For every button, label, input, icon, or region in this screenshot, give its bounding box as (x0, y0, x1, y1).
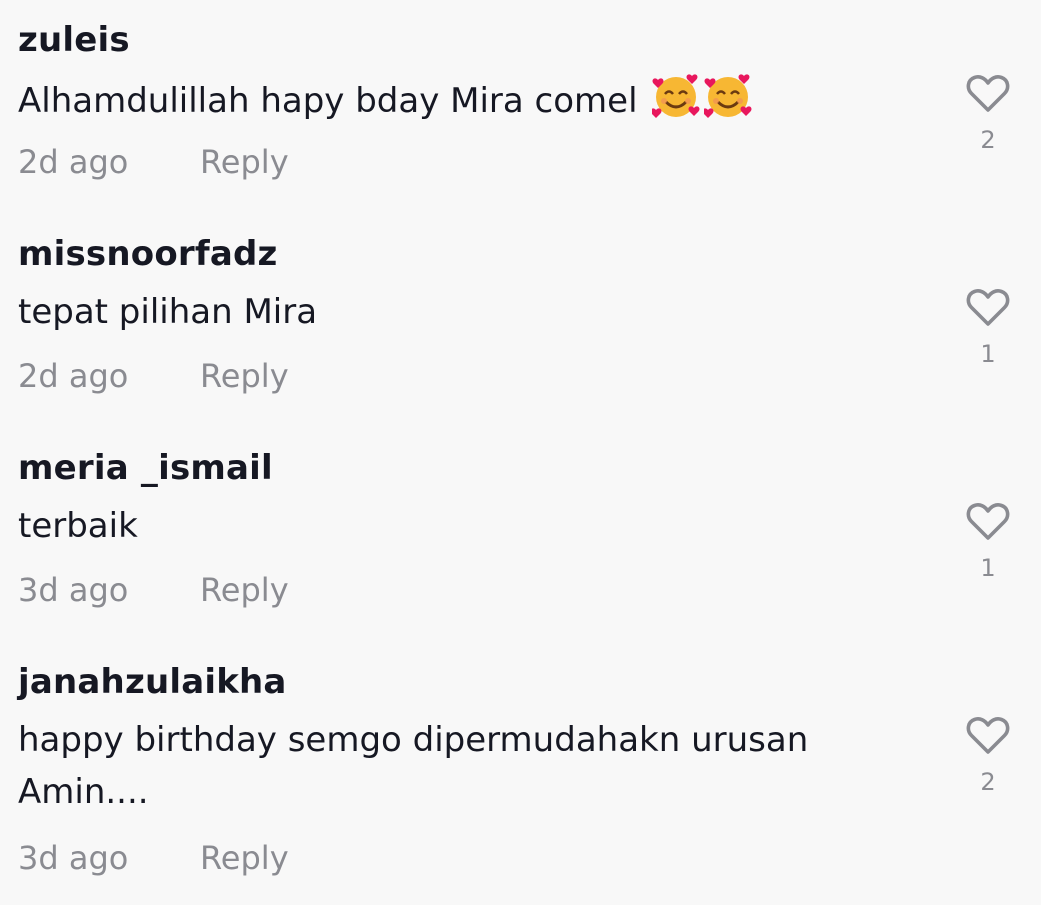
comment-timestamp: 2d ago (18, 357, 129, 395)
comment-meta: 2d ago Reply (18, 142, 289, 182)
heart-icon (966, 289, 1010, 326)
comment-username[interactable]: missnoorfadz (18, 234, 278, 274)
comment-text: happy birthday semgo dipermudahakn urusa… (18, 720, 809, 812)
like-count: 1 (980, 340, 996, 368)
reply-button[interactable]: Reply (200, 570, 289, 610)
comment-username[interactable]: zuleis (18, 20, 130, 60)
reply-button[interactable]: Reply (200, 142, 289, 182)
smiling-face-with-hearts-icon (704, 74, 752, 118)
heart-icon (966, 717, 1010, 754)
comment-text-body: Alhamdulillah hapy bday Mira comel (18, 81, 638, 121)
comment-text: Alhamdulillah hapy bday Mira comel (18, 72, 918, 127)
comment-meta: 2d ago Reply (18, 356, 289, 396)
like-button[interactable]: 2 (963, 716, 1013, 806)
comment-meta: 3d ago Reply (18, 838, 289, 878)
comment-timestamp: 3d ago (18, 839, 129, 877)
like-button[interactable]: 1 (963, 502, 1013, 592)
smiling-face-with-hearts-icon (652, 74, 700, 118)
like-count: 1 (980, 554, 996, 582)
like-count: 2 (980, 768, 996, 796)
like-button[interactable]: 1 (963, 288, 1013, 378)
reply-button[interactable]: Reply (200, 838, 289, 878)
heart-icon (966, 503, 1010, 540)
like-button[interactable]: 2 (963, 74, 1013, 164)
comment-username[interactable]: meria _ismail (18, 448, 273, 488)
reply-button[interactable]: Reply (200, 356, 289, 396)
comment-username[interactable]: janahzulaikha (18, 662, 287, 702)
comment-text: terbaik (18, 506, 138, 546)
comment-meta: 3d ago Reply (18, 570, 289, 610)
like-count: 2 (980, 126, 996, 154)
comment-timestamp: 2d ago (18, 143, 129, 181)
comment-timestamp: 3d ago (18, 571, 129, 609)
comment-text: tepat pilihan Mira (18, 292, 318, 332)
heart-icon (966, 75, 1010, 112)
